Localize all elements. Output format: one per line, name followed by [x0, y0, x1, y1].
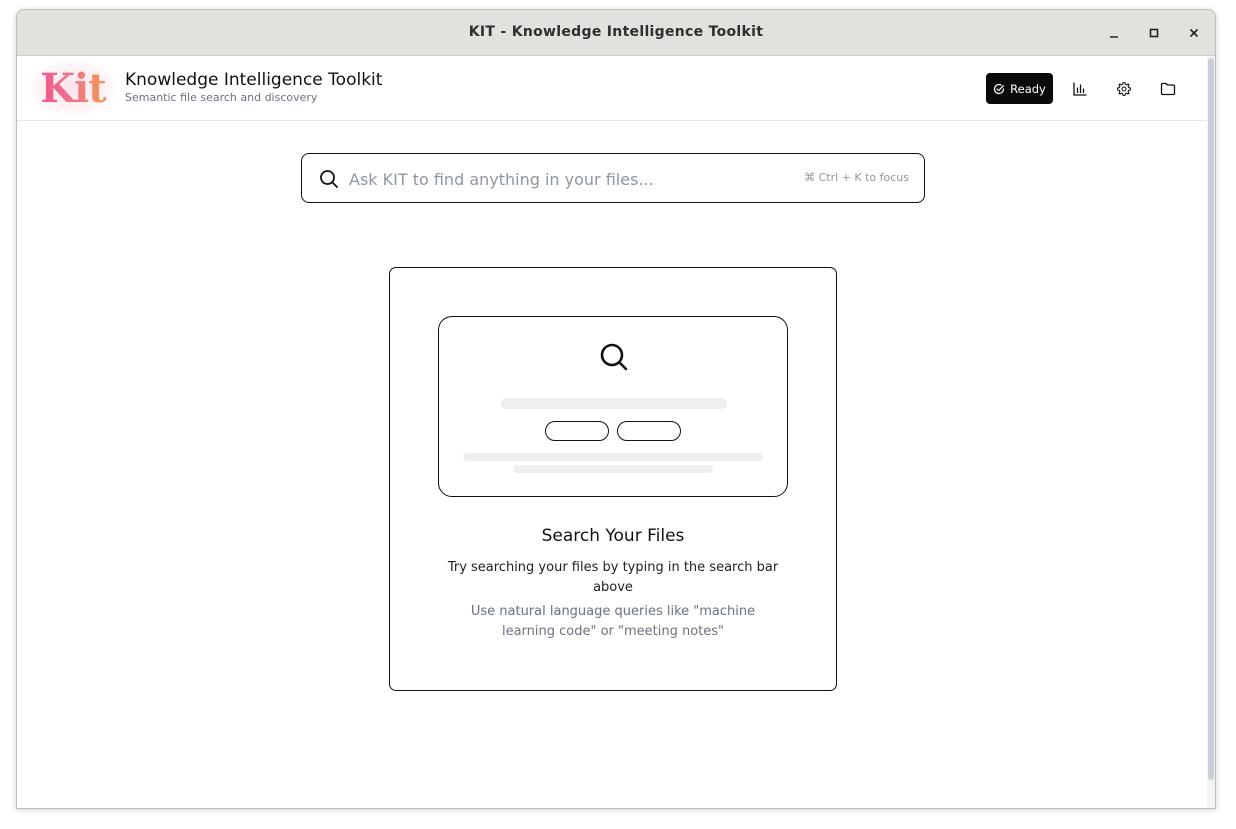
folder-icon: [1160, 82, 1176, 96]
magnifier-icon: [600, 343, 628, 371]
placeholder-pill: [545, 421, 609, 441]
app-subtitle: Semantic file search and discovery: [125, 91, 318, 104]
placeholder-bar: [501, 398, 727, 409]
empty-state-title: Search Your Files: [541, 526, 685, 546]
minimize-icon: [1110, 36, 1118, 38]
close-button[interactable]: [1183, 22, 1205, 44]
shortcut-hint: ⌘ Ctrl + K to focus: [804, 171, 909, 184]
settings-button[interactable]: [1111, 76, 1137, 102]
search-input[interactable]: [349, 164, 789, 194]
empty-state-description: Try searching your files by typing in th…: [447, 560, 779, 595]
app-title: Knowledge Intelligence Toolkit: [125, 70, 383, 90]
empty-state-card: Search Your Files Try searching your fil…: [389, 267, 837, 691]
placeholder-line: [463, 453, 763, 461]
scrollbar-thumb[interactable]: [1208, 58, 1214, 780]
placeholder-pill: [617, 421, 681, 441]
search-bar[interactable]: ⌘ Ctrl + K to focus: [301, 153, 925, 203]
app-window: KIT - Knowledge Intelligence Toolkit Kit…: [16, 9, 1216, 809]
status-label: Ready: [1010, 81, 1046, 96]
logo-text: Kit: [40, 64, 106, 112]
app-content: Kit Knowledge Intelligence Toolkit Seman…: [17, 56, 1209, 808]
stats-button[interactable]: [1067, 76, 1093, 102]
check-circle-icon: [994, 83, 1005, 94]
search-icon: [320, 170, 338, 188]
search-illustration: [438, 316, 788, 497]
open-folder-button[interactable]: [1155, 76, 1181, 102]
maximize-button[interactable]: [1143, 22, 1165, 44]
bar-chart-icon: [1073, 82, 1087, 96]
close-icon: [1189, 28, 1199, 38]
maximize-icon: [1149, 28, 1159, 38]
minimize-button[interactable]: [1103, 22, 1125, 44]
gear-icon: [1117, 82, 1131, 96]
title-bar[interactable]: KIT - Knowledge Intelligence Toolkit: [17, 10, 1215, 56]
window-title: KIT - Knowledge Intelligence Toolkit: [468, 24, 764, 40]
status-ready-button[interactable]: Ready: [986, 73, 1053, 104]
app-header: Kit Knowledge Intelligence Toolkit Seman…: [17, 56, 1209, 121]
kit-logo: Kit: [31, 62, 115, 114]
empty-state-hint: Use natural language queries like "machi…: [470, 604, 756, 639]
vertical-scrollbar[interactable]: [1207, 56, 1215, 808]
placeholder-line: [513, 465, 713, 473]
